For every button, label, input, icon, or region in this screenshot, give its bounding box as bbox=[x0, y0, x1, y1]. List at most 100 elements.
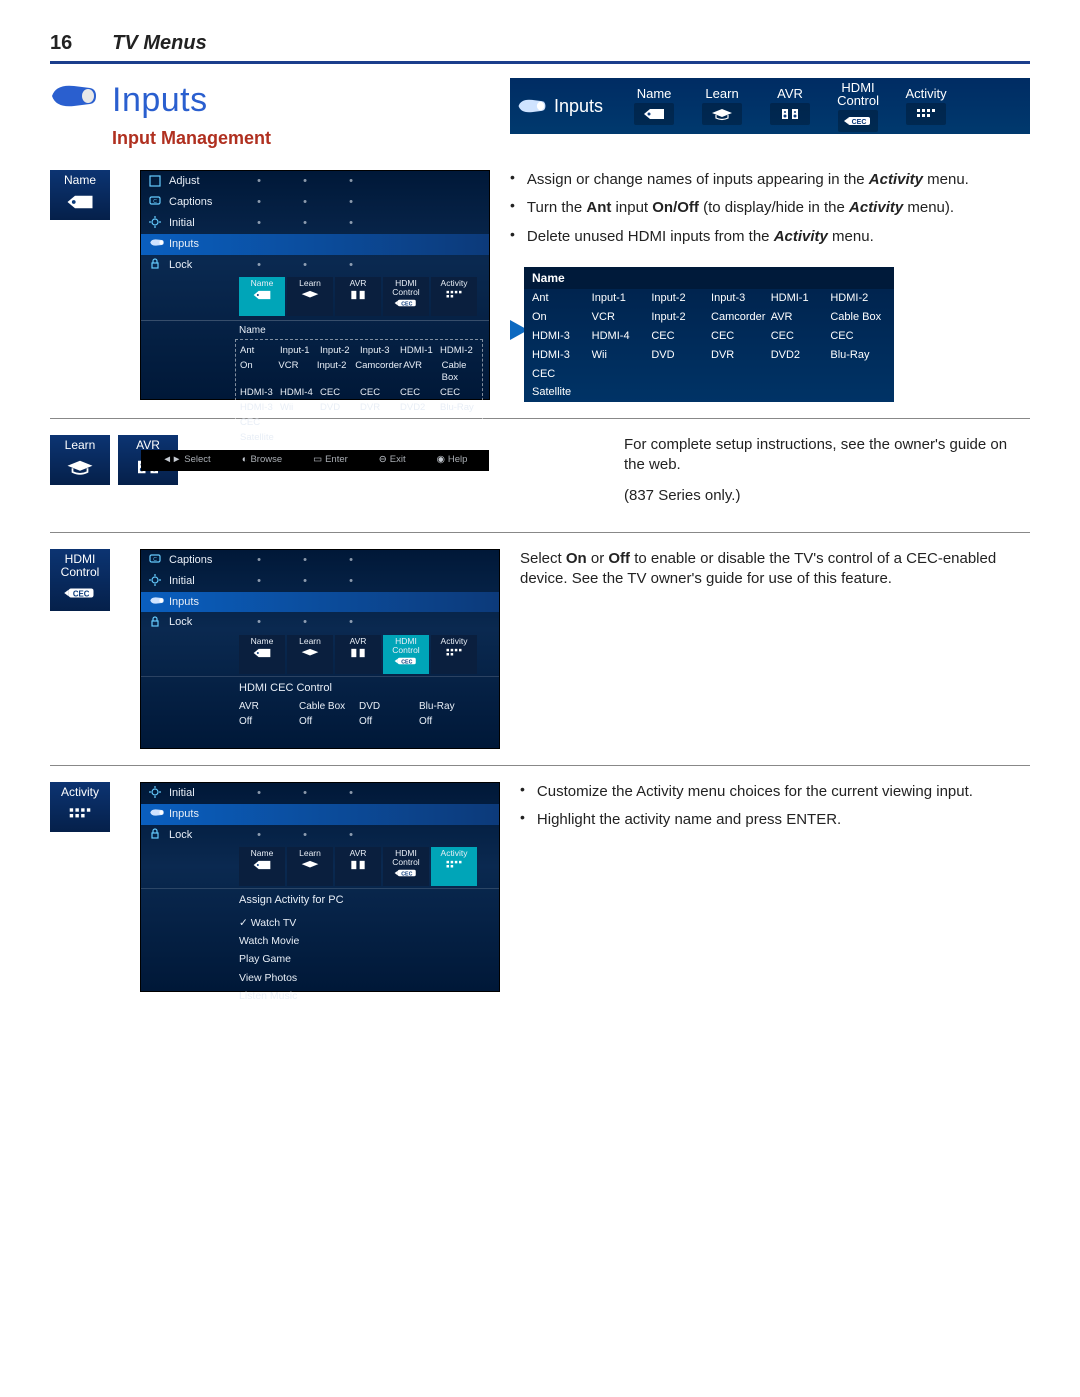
para: (837 Series only.) bbox=[624, 486, 1030, 506]
svg-text:C: C bbox=[153, 557, 157, 563]
cec-device: DVD bbox=[359, 700, 417, 714]
plug-icon bbox=[516, 95, 548, 117]
inputs-banner: Inputs Name Learn AVR HDMI Control CEC A… bbox=[510, 78, 1030, 134]
name-callout-table: Name AntInput-1Input-2Input-3HDMI-1HDMI-… bbox=[524, 267, 894, 402]
menu-side-label: Adjust bbox=[169, 174, 200, 189]
plug-icon bbox=[149, 807, 163, 821]
menu-side-label: Initial bbox=[169, 216, 195, 231]
callout-title: Name bbox=[524, 267, 894, 289]
bullet: •Customize the Activity menu choices for… bbox=[520, 782, 1030, 802]
tile-label: Activity bbox=[61, 786, 99, 799]
tile-label: Name bbox=[64, 174, 96, 187]
bullet: •Highlight the activity name and press E… bbox=[520, 810, 1030, 830]
side-tiles: Name bbox=[50, 170, 120, 220]
tile-learn: Learn bbox=[50, 435, 110, 485]
menu-tab: AVR bbox=[335, 277, 381, 316]
section-hdmi-control: HDMI Control CEC CCaptions•••Initial•••I… bbox=[50, 532, 1030, 765]
banner-label: Learn bbox=[705, 87, 738, 100]
menu-side-label: Initial bbox=[169, 574, 195, 589]
menu-side-label: Inputs bbox=[169, 807, 199, 822]
plug-icon bbox=[149, 237, 163, 251]
menu-side-row: Inputs bbox=[141, 592, 499, 613]
table-row: OnVCRInput-2CamcorderAVRCable Box bbox=[240, 359, 478, 387]
menu-side-label: Lock bbox=[169, 828, 192, 843]
menu-side-label: Inputs bbox=[169, 595, 199, 610]
footer-browse: ◐ Browse bbox=[242, 454, 282, 467]
side-tiles: HDMI Control CEC bbox=[50, 549, 120, 611]
tile-label: Learn bbox=[65, 439, 96, 452]
menu-screenshot-hdmi: CCaptions•••Initial•••InputsLock••• Name… bbox=[140, 549, 500, 749]
table-row: HDMI-3HDMI-4CECCECCECCEC bbox=[240, 386, 478, 401]
menu-tab: Learn bbox=[287, 847, 333, 886]
captions-icon: C bbox=[149, 195, 163, 209]
page-title: Inputs bbox=[112, 78, 271, 124]
banner-label: Activity bbox=[905, 87, 946, 100]
banner-label: HDMI Control bbox=[837, 81, 879, 107]
cec-value: Off bbox=[299, 715, 357, 729]
section3-text: Select On or Off to enable or disable th… bbox=[520, 549, 1030, 600]
menu-side-row: Lock••• bbox=[141, 825, 499, 846]
cec-subtitle: HDMI CEC Control bbox=[141, 676, 499, 698]
table-row: CEC bbox=[524, 365, 894, 384]
callout-arrow: Name AntInput-1Input-2Input-3HDMI-1HDMI-… bbox=[510, 257, 1030, 402]
svg-text:C: C bbox=[153, 199, 157, 205]
captions-icon: C bbox=[149, 553, 163, 567]
menu-tab: HDMI ControlCEC bbox=[383, 847, 429, 886]
table-row: OnVCRInput-2CamcorderAVRCable Box bbox=[524, 308, 894, 327]
adjust-icon bbox=[149, 175, 163, 189]
para: Select On or Off to enable or disable th… bbox=[520, 549, 1030, 590]
menu-tab: Learn bbox=[287, 635, 333, 674]
table-row: HDMI-3WiiDVDDVRDVD2Blu-Ray bbox=[240, 401, 478, 416]
grid-icon bbox=[65, 802, 95, 826]
menu-side-row: Adjust••• bbox=[141, 171, 489, 192]
menu-side-row: Lock••• bbox=[141, 612, 499, 633]
page-subtitle: Input Management bbox=[112, 126, 271, 150]
menu-side-label: Lock bbox=[169, 258, 192, 273]
footer-select: ◄► Select bbox=[162, 454, 210, 467]
bullet: •Delete unused HDMI inputs from the Acti… bbox=[510, 227, 1030, 247]
tag-icon bbox=[65, 190, 95, 214]
page-header: 16 TV Menus bbox=[50, 30, 1030, 64]
tag-icon bbox=[634, 103, 674, 125]
svg-text:CEC: CEC bbox=[73, 590, 90, 599]
table-row: Satellite bbox=[524, 383, 894, 402]
section-title: TV Menus bbox=[112, 30, 206, 57]
lock-icon bbox=[149, 828, 163, 842]
gear-icon bbox=[149, 574, 163, 588]
svg-text:CEC: CEC bbox=[401, 660, 412, 666]
section-name: Name Adjust•••CCaptions•••Initial•••Inpu… bbox=[50, 170, 1030, 418]
banner-label: Name bbox=[637, 87, 672, 100]
banner-col-avr: AVR bbox=[759, 87, 821, 125]
footer-enter: ▭ Enter bbox=[313, 454, 348, 467]
menu-side-label: Lock bbox=[169, 615, 192, 630]
menu-tab: Name bbox=[239, 277, 285, 316]
banner-label: AVR bbox=[777, 87, 803, 100]
tile-name: Name bbox=[50, 170, 110, 220]
table-row: HDMI-3HDMI-4CECCECCECCEC bbox=[524, 327, 894, 346]
svg-text:CEC: CEC bbox=[852, 119, 867, 126]
gear-icon bbox=[149, 786, 163, 800]
title-row: Inputs Input Management Inputs Name Lear… bbox=[50, 78, 1030, 150]
menu-tab: AVR bbox=[335, 847, 381, 886]
lock-icon bbox=[149, 616, 163, 630]
activity-item: Watch Movie bbox=[239, 932, 491, 950]
tile-hdmi: HDMI Control CEC bbox=[50, 549, 110, 611]
page-number: 16 bbox=[50, 30, 72, 57]
menu-side-label: Captions bbox=[169, 553, 212, 568]
menu-tab: Activity bbox=[431, 277, 477, 316]
activity-item: Listen Music bbox=[239, 987, 491, 1005]
menu-tab: AVR bbox=[335, 635, 381, 674]
grad-cap-icon bbox=[65, 455, 95, 479]
bullet: •Assign or change names of inputs appear… bbox=[510, 170, 1030, 190]
menu-side-row: CCaptions••• bbox=[141, 192, 489, 213]
menu-tab: HDMI ControlCEC bbox=[383, 635, 429, 674]
table-row: AntInput-1Input-2Input-3HDMI-1HDMI-2 bbox=[240, 344, 478, 359]
menu-side-row: Initial••• bbox=[141, 571, 499, 592]
cec-device: Cable Box bbox=[299, 700, 357, 714]
tile-activity: Activity bbox=[50, 782, 110, 832]
side-tiles: Activity bbox=[50, 782, 120, 832]
cec-value: Off bbox=[419, 715, 477, 729]
menu-side-row: Initial••• bbox=[141, 783, 499, 804]
cec-device: AVR bbox=[239, 700, 297, 714]
menu-side-row: Initial••• bbox=[141, 213, 489, 234]
